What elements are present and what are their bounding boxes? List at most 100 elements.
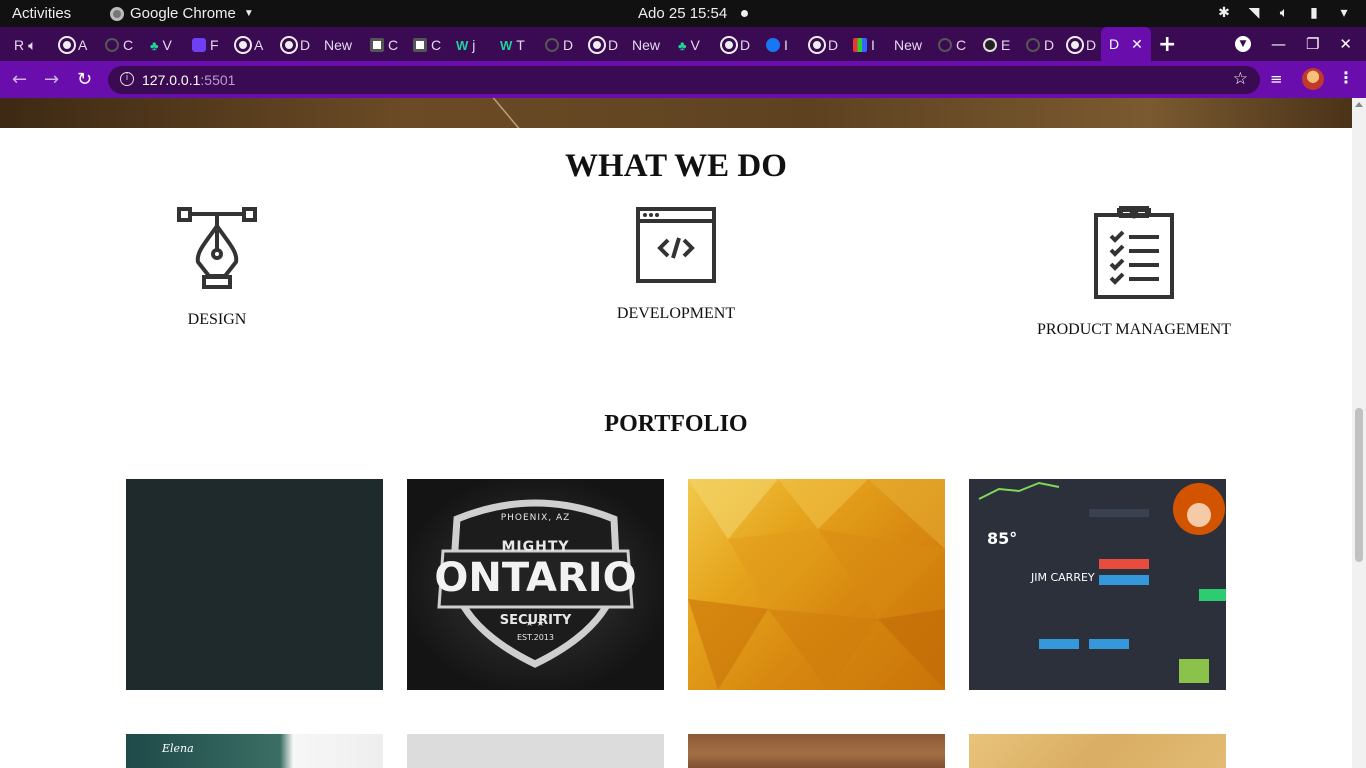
scrollbar-thumb[interactable] — [1355, 408, 1363, 562]
tab[interactable]: D — [1026, 34, 1054, 56]
tab[interactable]: ♣ V — [150, 34, 172, 56]
polygon-pattern — [688, 479, 945, 690]
portfolio-item-elena-website[interactable]: Elena — [126, 734, 383, 768]
profile-avatar[interactable] — [1302, 68, 1324, 90]
slack-icon[interactable]: ✱ — [1216, 4, 1232, 20]
dashboard-temperature: 85° — [987, 529, 1018, 548]
tab-label: R — [14, 37, 25, 53]
app-name: Google Chrome — [130, 5, 236, 22]
tab[interactable]: D — [808, 34, 839, 56]
globe-icon — [58, 36, 76, 54]
tab[interactable]: WT — [500, 34, 525, 56]
tab[interactable]: F — [192, 34, 219, 56]
tab[interactable]: ♣ V — [678, 34, 700, 56]
browser-toolbar: ← → ↻ i 127.0.0.1:5501 ☆ ≡ ⋮ — [0, 61, 1366, 98]
tab-label: A — [78, 37, 88, 53]
tab-label: C — [123, 37, 134, 53]
tab[interactable]: New — [632, 34, 660, 56]
wifi-icon[interactable]: ◥ — [1246, 4, 1262, 20]
chevron-down-icon[interactable]: ▾ — [1336, 4, 1352, 20]
audio-icon: 🔈︎ — [28, 36, 37, 53]
portfolio-item-parchment[interactable] — [969, 734, 1226, 768]
tab[interactable]: I — [853, 34, 875, 56]
forward-arrow-icon[interactable]: → — [44, 69, 59, 90]
service-label: DESIGN — [187, 311, 247, 328]
tab[interactable]: D — [720, 34, 750, 56]
bookmark-star-icon[interactable]: ☆ — [1233, 69, 1248, 89]
scroll-up-icon[interactable] — [1355, 102, 1363, 107]
tab[interactable]: New — [894, 34, 922, 56]
close-tab-icon[interactable]: ✕ — [1131, 36, 1143, 53]
back-arrow-icon[interactable]: ← — [12, 69, 27, 90]
globe-icon — [280, 36, 298, 54]
close-window-icon[interactable]: ✕ — [1339, 35, 1352, 53]
page-scrollbar[interactable] — [1352, 98, 1366, 768]
github-icon — [1026, 38, 1040, 52]
tab[interactable]: C — [938, 34, 966, 56]
github-icon — [938, 38, 952, 52]
tab-label: D — [563, 37, 574, 53]
battery-icon[interactable]: ▮ — [1306, 4, 1322, 20]
tab-label: D — [828, 37, 839, 53]
hero-image — [0, 98, 1352, 128]
tab[interactable]: D — [545, 34, 573, 56]
bootstrap-icon — [192, 38, 206, 52]
tab[interactable]: D — [1066, 34, 1097, 56]
tab-label: I — [871, 37, 875, 53]
w-icon: W — [456, 37, 469, 53]
codepen-icon — [370, 38, 384, 52]
activities-button[interactable]: Activities — [12, 5, 71, 22]
system-tray[interactable]: ✱ ◥ 🔈︎ ▮ ▾ — [1216, 4, 1352, 20]
portfolio-item-wood[interactable] — [688, 734, 945, 768]
tab-label: C — [956, 37, 967, 53]
shield-top-text: PHOENIX, AZ — [500, 513, 571, 523]
tab-label: C — [388, 37, 399, 53]
globe-icon — [234, 36, 252, 54]
restore-icon[interactable]: ❐ — [1306, 35, 1319, 53]
clock[interactable]: Ado 25 15:54 — [638, 5, 727, 22]
github-icon — [545, 38, 559, 52]
tab-label: New — [324, 37, 353, 53]
portfolio-item-dashboard-ui[interactable]: 85° JIM CARREY — [969, 479, 1226, 690]
plant-icon: ♣ — [678, 37, 687, 53]
reload-icon[interactable]: ↻ — [77, 69, 92, 90]
portfolio-item-mighty-ontario[interactable]: ★ ★ PHOENIX, AZ MIGHTY ONTARIO SECURITY … — [407, 479, 664, 690]
minimize-icon[interactable]: — — [1271, 35, 1286, 53]
address-bar[interactable]: i 127.0.0.1:5501 ☆ — [108, 66, 1260, 94]
cap-icon — [983, 38, 997, 52]
facebook-icon — [766, 38, 780, 52]
tab[interactable]: D — [588, 34, 618, 56]
portfolio-item-grey-mockup[interactable] — [407, 734, 664, 768]
tab-label: j — [472, 37, 476, 53]
site-info-icon[interactable]: i — [120, 72, 134, 86]
portfolio-heading: PORTFOLIO — [604, 411, 748, 437]
tab-active[interactable]: D ✕ — [1101, 27, 1151, 61]
service-label: PRODUCT MANAGEMENT — [1037, 321, 1231, 338]
tab[interactable]: C — [413, 34, 441, 56]
portfolio-item-golden-polygon[interactable] — [688, 479, 945, 690]
tab-label: D — [1086, 37, 1097, 53]
tab-search-icon[interactable]: ▼ — [1234, 36, 1251, 52]
tab-label: D — [1044, 37, 1055, 53]
tab[interactable]: R 🔈︎ — [14, 34, 37, 56]
tab[interactable]: A — [58, 34, 88, 56]
dashboard-profile-name: JIM CARREY — [1031, 571, 1095, 584]
new-tab-button[interactable]: + — [1158, 32, 1176, 57]
tab[interactable]: C — [105, 34, 133, 56]
tab[interactable]: D — [280, 34, 310, 56]
tab[interactable]: A — [234, 34, 263, 56]
window-controls: ▼ — ❐ ✕ — [1234, 35, 1352, 53]
globe-icon — [588, 36, 606, 54]
tab[interactable]: C — [370, 34, 398, 56]
tab-label: V — [162, 37, 172, 53]
tab[interactable]: E — [983, 34, 1010, 56]
media-control-icon[interactable]: ≡ — [1270, 70, 1283, 88]
kebab-menu-icon[interactable]: ⋮ — [1338, 68, 1354, 87]
tab[interactable]: Wj — [456, 34, 475, 56]
volume-icon[interactable]: 🔈︎ — [1276, 4, 1292, 20]
tab[interactable]: New — [324, 34, 352, 56]
app-menu[interactable]: Google Chrome ▼ — [110, 5, 254, 22]
tab[interactable]: I — [766, 34, 788, 56]
portfolio-item-dark-slate[interactable] — [126, 479, 383, 690]
tab-label: C — [431, 37, 442, 53]
